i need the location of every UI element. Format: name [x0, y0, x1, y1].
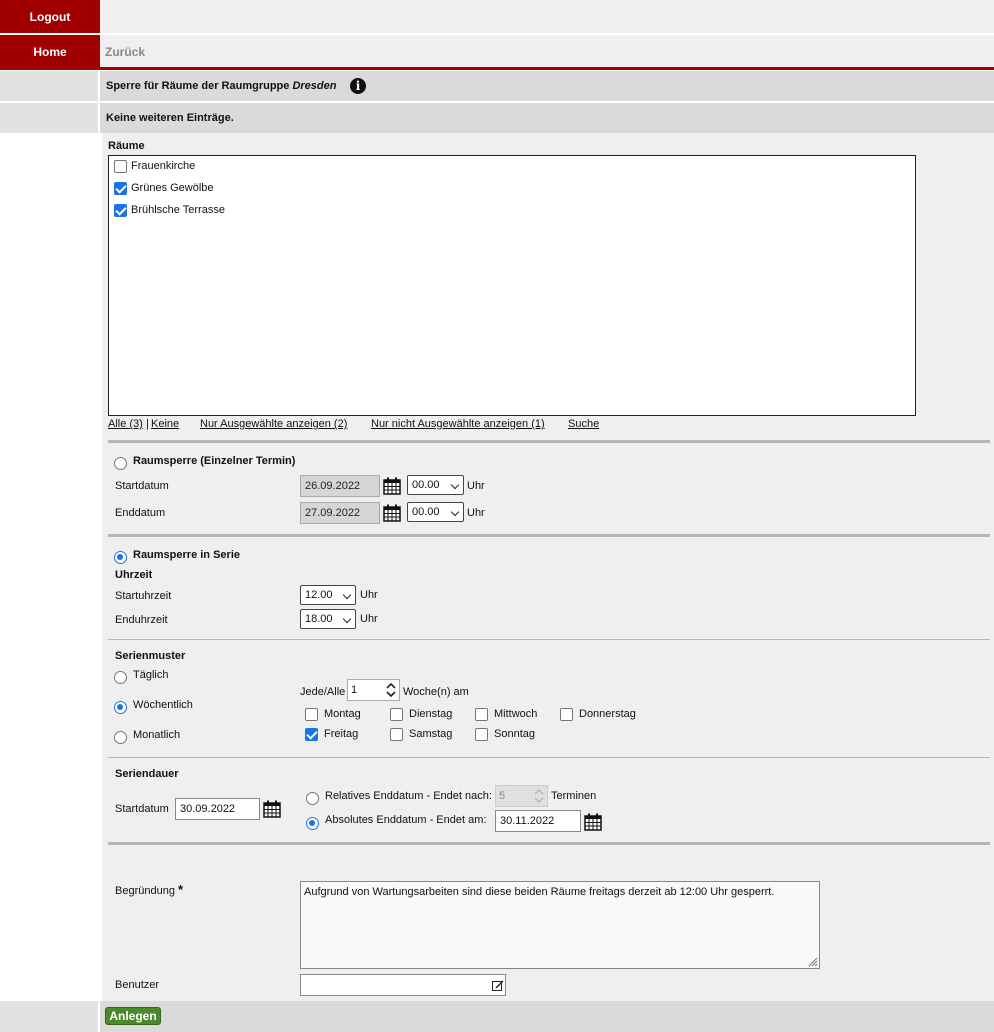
- room-checkbox-gruenes-gewoelbe[interactable]: [114, 182, 127, 195]
- link-separator: |: [146, 418, 149, 430]
- interval-spinner[interactable]: 1: [347, 679, 400, 701]
- absolute-end-label: Absolutes Enddatum - Endet am:: [325, 814, 487, 826]
- spinner-arrows-icon[interactable]: [532, 787, 546, 805]
- single-block-title: Raumsperre (Einzelner Termin): [133, 455, 296, 467]
- relative-end-radio[interactable]: [306, 792, 319, 805]
- page-title: Sperre für Räume der Raumgruppe Dresden: [106, 80, 337, 92]
- duration-heading: Seriendauer: [115, 768, 179, 780]
- series-end-time-select[interactable]: 18.00: [300, 609, 356, 629]
- resize-handle-icon[interactable]: [806, 955, 818, 967]
- single-start-label: Startdatum: [115, 480, 169, 492]
- single-start-date-input[interactable]: 26.09.2022: [300, 475, 380, 497]
- absolute-end-input[interactable]: 30.11.2022: [495, 810, 581, 832]
- day-label: Montag: [324, 708, 361, 720]
- calendar-icon[interactable]: [383, 477, 401, 495]
- single-end-label: Enddatum: [115, 507, 166, 519]
- every-suffix: Woche(n) am: [403, 686, 469, 698]
- show-unselected-link[interactable]: Nur nicht Ausgewählte anzeigen (1): [371, 418, 545, 430]
- day-checkbox-montag[interactable]: [305, 708, 318, 721]
- unit-label: Uhr: [467, 480, 485, 492]
- back-link[interactable]: Zurück: [105, 45, 145, 59]
- divider: [108, 534, 990, 537]
- single-block-radio[interactable]: [114, 457, 127, 470]
- create-button[interactable]: Anlegen: [105, 1007, 161, 1025]
- top-bar: [100, 0, 994, 33]
- day-checkbox-dienstag[interactable]: [390, 708, 403, 721]
- reason-textarea[interactable]: Aufgrund von Wartungsarbeiten sind diese…: [300, 881, 820, 969]
- search-link[interactable]: Suche: [568, 418, 599, 430]
- day-checkbox-sonntag[interactable]: [475, 728, 488, 741]
- secondary-bar: Zurück: [100, 35, 994, 68]
- single-start-time-select[interactable]: 00.00: [407, 475, 464, 495]
- unit-label: Uhr: [360, 589, 378, 601]
- header-bar: Sperre für Räume der Raumgruppe Dresden …: [0, 71, 994, 101]
- room-checkbox-bruehlsche-terrasse[interactable]: [114, 204, 127, 217]
- daily-label: Täglich: [133, 669, 169, 681]
- unit-label: Uhr: [467, 507, 485, 519]
- calendar-icon[interactable]: [383, 504, 401, 522]
- series-block-title: Raumsperre in Serie: [133, 549, 240, 561]
- monthly-radio[interactable]: [114, 731, 127, 744]
- rooms-label: Räume: [108, 140, 145, 152]
- reason-label: Begründung *: [115, 882, 184, 897]
- edit-icon[interactable]: [492, 979, 504, 991]
- nav-divider: [0, 68, 994, 70]
- duration-start-label: Startdatum: [115, 803, 169, 815]
- room-checkbox-frauenkirche[interactable]: [114, 160, 127, 173]
- start-time-label: Startuhrzeit: [115, 590, 172, 602]
- room-label: Brühlsche Terrasse: [131, 204, 225, 216]
- info-icon[interactable]: i: [350, 78, 366, 94]
- day-label: Sonntag: [494, 728, 535, 740]
- time-heading: Uhrzeit: [115, 569, 153, 581]
- user-label: Benutzer: [115, 979, 160, 991]
- day-label: Donnerstag: [579, 708, 636, 720]
- logout-button[interactable]: Logout: [0, 0, 100, 33]
- series-block-radio[interactable]: [114, 551, 127, 564]
- required-marker: *: [178, 882, 184, 897]
- calendar-icon[interactable]: [263, 800, 281, 818]
- day-label: Freitag: [324, 728, 359, 740]
- day-label: Dienstag: [409, 708, 453, 720]
- divider: [108, 757, 990, 758]
- every-label: Jede/Alle: [300, 686, 346, 698]
- divider: [108, 639, 990, 640]
- single-end-date-input[interactable]: 27.09.2022: [300, 502, 380, 524]
- home-button[interactable]: Home: [0, 35, 100, 68]
- day-checkbox-freitag[interactable]: [305, 728, 318, 741]
- select-none-link[interactable]: Keine: [151, 418, 179, 430]
- monthly-label: Monatlich: [133, 729, 181, 741]
- room-label: Grünes Gewölbe: [131, 182, 214, 194]
- spinner-arrows-icon[interactable]: [384, 681, 398, 699]
- select-all-link[interactable]: Alle (3): [108, 418, 143, 430]
- room-label: Frauenkirche: [131, 160, 196, 172]
- day-checkbox-samstag[interactable]: [390, 728, 403, 741]
- weekly-label: Wöchentlich: [133, 699, 193, 711]
- weekly-radio[interactable]: [114, 701, 127, 714]
- day-checkbox-mittwoch[interactable]: [475, 708, 488, 721]
- calendar-icon[interactable]: [584, 813, 602, 831]
- end-time-label: Enduhrzeit: [115, 614, 168, 626]
- divider: [108, 842, 990, 845]
- day-checkbox-donnerstag[interactable]: [560, 708, 573, 721]
- pattern-heading: Serienmuster: [115, 650, 186, 662]
- daily-radio[interactable]: [114, 671, 127, 684]
- day-label: Samstag: [409, 728, 453, 740]
- notice-bar: Keine weiteren Einträge.: [0, 103, 994, 133]
- relative-end-spinner[interactable]: 5: [495, 785, 548, 807]
- rooms-listbox[interactable]: [108, 155, 916, 416]
- divider: [108, 440, 990, 443]
- series-start-time-select[interactable]: 12.00: [300, 585, 356, 605]
- unit-label: Uhr: [360, 613, 378, 625]
- duration-start-input[interactable]: 30.09.2022: [175, 798, 260, 820]
- show-selected-link[interactable]: Nur Ausgewählte anzeigen (2): [200, 418, 347, 430]
- group-name: Dresden: [292, 80, 337, 92]
- user-input[interactable]: [300, 974, 506, 996]
- single-end-time-select[interactable]: 00.00: [407, 502, 464, 522]
- relative-end-label: Relatives Enddatum - Endet nach:: [325, 790, 492, 802]
- day-label: Mittwoch: [494, 708, 538, 720]
- notice-text: Keine weiteren Einträge.: [106, 112, 234, 124]
- relative-end-suffix: Terminen: [551, 790, 597, 802]
- absolute-end-radio[interactable]: [306, 817, 319, 830]
